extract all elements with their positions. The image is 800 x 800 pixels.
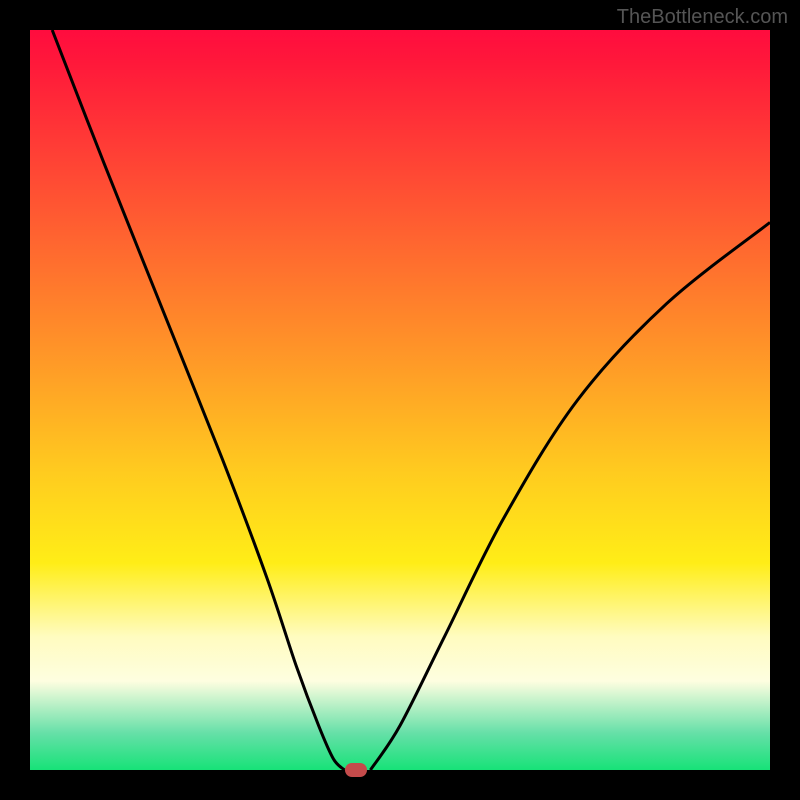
chart-area bbox=[30, 30, 770, 770]
curve-left bbox=[52, 30, 344, 770]
optimum-marker bbox=[345, 763, 367, 777]
watermark-text: TheBottleneck.com bbox=[617, 6, 788, 29]
bottleneck-curve bbox=[30, 30, 770, 770]
curve-right bbox=[370, 222, 770, 770]
